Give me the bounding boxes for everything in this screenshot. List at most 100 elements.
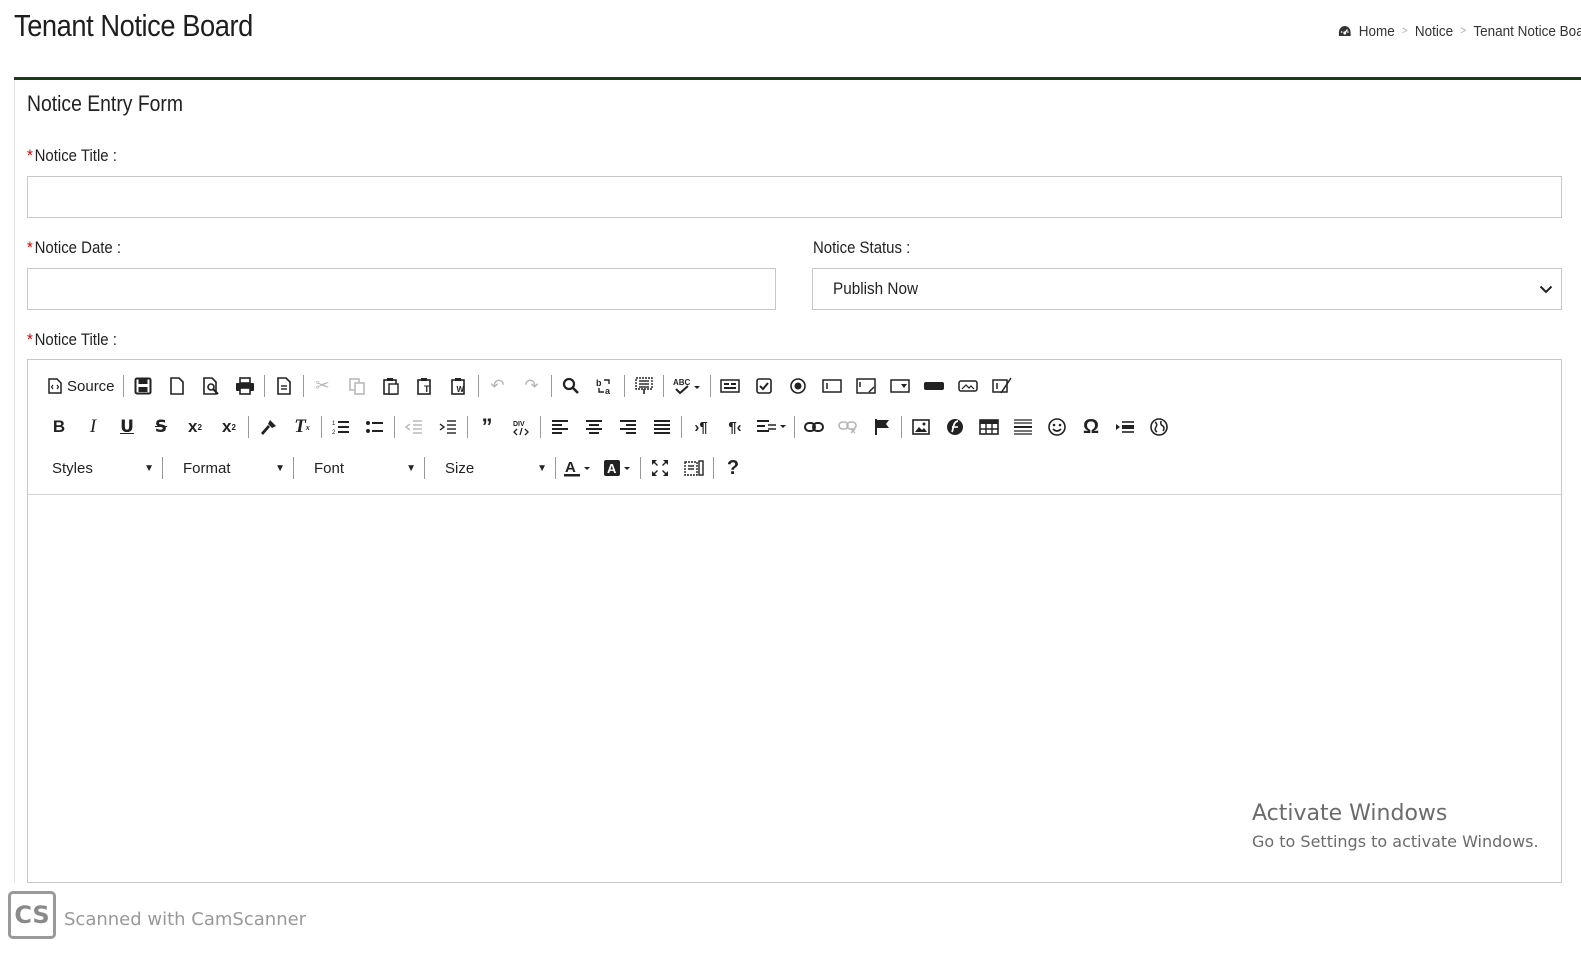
notice-title-input[interactable]: [27, 176, 1562, 218]
button-field-icon[interactable]: [917, 372, 951, 400]
cut-icon[interactable]: ✂: [306, 372, 340, 400]
strike-icon[interactable]: S: [144, 413, 178, 441]
align-center-icon[interactable]: [577, 413, 611, 441]
breadcrumb: Home > Notice > Tenant Notice Board: [1338, 20, 1581, 42]
activation-title: Activate Windows: [1252, 801, 1448, 826]
page-break-icon[interactable]: [1108, 413, 1142, 441]
required-mark: *: [27, 146, 33, 165]
activation-subtitle: Go to Settings to activate Windows.: [1252, 832, 1539, 851]
toolbar-separator: [424, 457, 425, 479]
underline-icon[interactable]: U: [110, 413, 144, 441]
copy-format-icon[interactable]: [251, 413, 285, 441]
svg-text:A: A: [607, 461, 617, 476]
radio-icon[interactable]: [781, 372, 815, 400]
maximize-icon[interactable]: [643, 454, 677, 482]
notice-status-select[interactable]: Publish Now: [812, 268, 1562, 310]
align-left-icon[interactable]: [543, 413, 577, 441]
page-title: Tenant Notice Board: [14, 8, 253, 43]
textarea-icon[interactable]: [849, 372, 883, 400]
justify-icon[interactable]: [645, 413, 679, 441]
blockquote-icon[interactable]: ”: [470, 413, 504, 441]
form-icon[interactable]: [713, 372, 747, 400]
superscript-icon[interactable]: x2: [212, 413, 246, 441]
undo-icon[interactable]: ↶: [481, 372, 515, 400]
textfield-icon[interactable]: [815, 372, 849, 400]
toolbar-separator: [681, 416, 682, 438]
toolbar-separator: [394, 416, 395, 438]
svg-text:A: A: [565, 459, 576, 476]
size-combo[interactable]: Size ▼: [435, 454, 553, 482]
find-icon[interactable]: [554, 372, 588, 400]
create-div-icon[interactable]: DIV: [504, 413, 538, 441]
text-color-icon[interactable]: A: [558, 454, 598, 482]
toolbar-separator: [555, 457, 556, 479]
ltr-icon[interactable]: ›¶: [684, 413, 718, 441]
notice-status-label: Notice Status :: [813, 238, 911, 257]
breadcrumb-home[interactable]: Home: [1359, 23, 1395, 40]
anchor-icon[interactable]: [865, 413, 899, 441]
paste-word-icon[interactable]: W: [442, 372, 476, 400]
notice-date-input[interactable]: [27, 268, 776, 310]
link-icon[interactable]: [797, 413, 831, 441]
toolbar-separator: [248, 416, 249, 438]
font-combo[interactable]: Font ▼: [304, 454, 422, 482]
styles-combo[interactable]: Styles ▼: [42, 454, 160, 482]
image-button-icon[interactable]: [951, 372, 985, 400]
redo-icon[interactable]: ↷: [515, 372, 549, 400]
breadcrumb-notice[interactable]: Notice: [1415, 23, 1453, 40]
help-icon[interactable]: ?: [716, 454, 750, 482]
editor-toolbar: Source ✂ T W ↶ ↷ ba ABC B I U S x 2 x 2 …: [28, 360, 1561, 495]
notice-content-label: * Notice Title :: [27, 330, 117, 349]
new-page-icon[interactable]: [160, 372, 194, 400]
templates-icon[interactable]: [267, 372, 301, 400]
hidden-field-icon[interactable]: [985, 372, 1019, 400]
numbered-list-icon[interactable]: 12: [324, 413, 358, 441]
print-icon[interactable]: [228, 372, 262, 400]
toolbar-separator: [293, 457, 294, 479]
form-title: Notice Entry Form: [27, 91, 183, 116]
toolbar-separator: [122, 375, 124, 397]
toolbar-separator: [709, 375, 711, 397]
replace-icon[interactable]: ba: [588, 372, 622, 400]
source-button[interactable]: Source: [42, 372, 121, 400]
select-all-icon[interactable]: [627, 372, 661, 400]
select-field-icon[interactable]: [883, 372, 917, 400]
svg-text:ABC: ABC: [673, 378, 691, 387]
spellcheck-icon[interactable]: ABC: [666, 372, 708, 400]
flash-icon[interactable]: [938, 413, 972, 441]
background-color-icon[interactable]: A: [598, 454, 638, 482]
italic-icon[interactable]: I: [76, 413, 110, 441]
format-combo[interactable]: Format ▼: [173, 454, 291, 482]
styles-combo-label: Styles: [52, 459, 93, 477]
horizontal-rule-icon[interactable]: [1006, 413, 1040, 441]
toolbar-separator: [540, 416, 541, 438]
unlink-icon[interactable]: [831, 413, 865, 441]
copy-icon[interactable]: [340, 372, 374, 400]
toolbar-separator: [477, 375, 479, 397]
paste-icon[interactable]: [374, 372, 408, 400]
toolbar-separator: [550, 375, 552, 397]
preview-icon[interactable]: [194, 372, 228, 400]
smiley-icon[interactable]: [1040, 413, 1074, 441]
checkbox-icon[interactable]: [747, 372, 781, 400]
table-icon[interactable]: [972, 413, 1006, 441]
bold-icon[interactable]: B: [42, 413, 76, 441]
camscanner-text: Scanned with CamScanner: [64, 909, 307, 930]
align-right-icon[interactable]: [611, 413, 645, 441]
language-icon[interactable]: [752, 413, 792, 441]
indent-icon[interactable]: [431, 413, 465, 441]
toolbar-separator: [162, 457, 163, 479]
iframe-icon[interactable]: [1142, 413, 1176, 441]
subscript-icon[interactable]: x2: [178, 413, 212, 441]
remove-format-icon[interactable]: Tx: [285, 413, 319, 441]
outdent-icon[interactable]: [397, 413, 431, 441]
rtl-icon[interactable]: ¶‹: [718, 413, 752, 441]
special-char-icon[interactable]: Ω: [1074, 413, 1108, 441]
paste-text-icon[interactable]: T: [408, 372, 442, 400]
bulleted-list-icon[interactable]: [358, 413, 392, 441]
show-blocks-icon[interactable]: [677, 454, 711, 482]
save-icon[interactable]: [126, 372, 160, 400]
image-icon[interactable]: [904, 413, 938, 441]
toolbar-row-3: Styles ▼ Format ▼ Font ▼ Size ▼ A A ?: [42, 452, 750, 484]
toolbar-row-1: Source ✂ T W ↶ ↷ ba ABC: [42, 370, 1019, 402]
